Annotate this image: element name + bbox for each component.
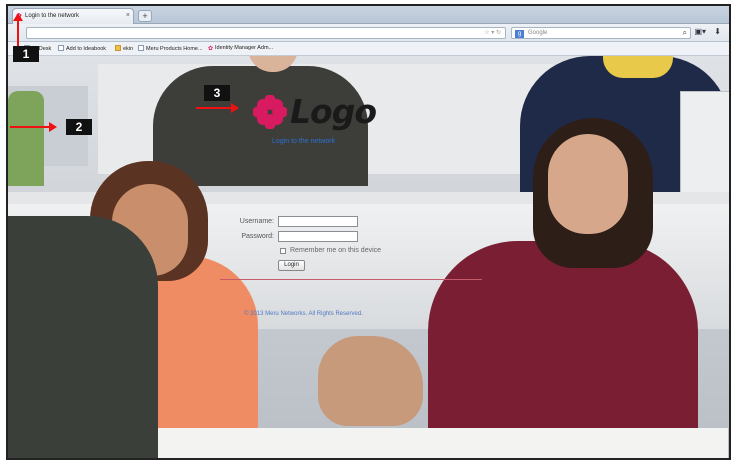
close-icon[interactable]: × (126, 12, 130, 19)
bookmarks-bar: AirDesk Add to Ideabook ekin Meru Produc… (8, 42, 729, 56)
search-icon[interactable]: ⌕ (683, 28, 687, 38)
reload-icon[interactable]: ☆ ▾ ↻ (484, 29, 501, 36)
woman-right-face (548, 134, 628, 234)
password-label: Password: (241, 233, 274, 240)
bookmark-label: ekin (123, 46, 134, 52)
yellow-collar (603, 56, 673, 78)
divider (220, 279, 482, 280)
annotation-arrow-1 (13, 13, 23, 46)
menu-icon[interactable]: ▣▾ (694, 27, 706, 36)
woman-right-shirt (428, 241, 698, 441)
search-engine-icon[interactable]: g (515, 30, 524, 38)
search-placeholder: Google (528, 30, 548, 36)
bookmark-label: Add to Ideabook (66, 46, 107, 52)
username-field[interactable] (278, 216, 358, 227)
bookmark-item[interactable]: Meru Products Home... (138, 45, 203, 52)
laptop (680, 91, 729, 201)
logo-flower-icon (253, 95, 287, 129)
callout-2: 2 (66, 119, 92, 135)
page-icon (58, 45, 64, 51)
remember-label: Remember me on this device (290, 247, 382, 254)
address-bar[interactable]: ☆ ▾ ↻ (26, 27, 506, 39)
login-page: Logo Login to the network Username: Pass… (8, 56, 729, 458)
bookmark-label: Identity Manager Adm... (215, 45, 274, 51)
bookmark-item[interactable]: ✿ Identity Manager Adm... (208, 45, 273, 52)
tab-login[interactable]: ✿ Login to the network × (12, 8, 134, 24)
tab-bar: ✿ Login to the network × + (8, 6, 729, 24)
login-button[interactable]: Login (278, 260, 305, 271)
logo-text: Logo (290, 92, 377, 131)
password-field[interactable] (278, 231, 358, 242)
login-caption: Login to the network (272, 138, 336, 145)
person-green (8, 91, 44, 186)
flower-icon: ✿ (208, 46, 214, 52)
toolbar-icons: ▣▾ ⬇ (688, 27, 721, 36)
annotation-arrow-2 (10, 122, 57, 132)
bookmark-label: Meru Products Home... (146, 46, 203, 52)
desk-bottom (108, 428, 728, 458)
page-icon (138, 45, 144, 51)
new-tab-button[interactable]: + (138, 10, 152, 22)
screenshot-frame: ✿ Login to the network × + ☆ ▾ ↻ g Googl… (6, 4, 731, 460)
callout-3: 3 (204, 85, 230, 101)
callout-1: 1 (13, 46, 39, 62)
hand-gesture (318, 336, 423, 426)
annotation-arrow-3 (196, 103, 239, 113)
folder-icon (115, 45, 121, 51)
navigation-bar: ☆ ▾ ↻ g Google ⌕ ▣▾ ⬇ (8, 24, 729, 42)
remember-checkbox[interactable] (280, 248, 286, 254)
copyright-text: © 2013 Meru Networks. All Rights Reserve… (244, 311, 363, 317)
tab-title: Login to the network (25, 13, 80, 19)
username-label: Username: (239, 218, 274, 225)
search-input[interactable]: g Google ⌕ (511, 27, 691, 39)
download-icon[interactable]: ⬇ (714, 27, 721, 36)
bookmark-item[interactable]: ekin (115, 45, 133, 52)
bookmark-item[interactable]: Add to Ideabook (58, 45, 106, 52)
person-foreground-back (8, 216, 158, 458)
